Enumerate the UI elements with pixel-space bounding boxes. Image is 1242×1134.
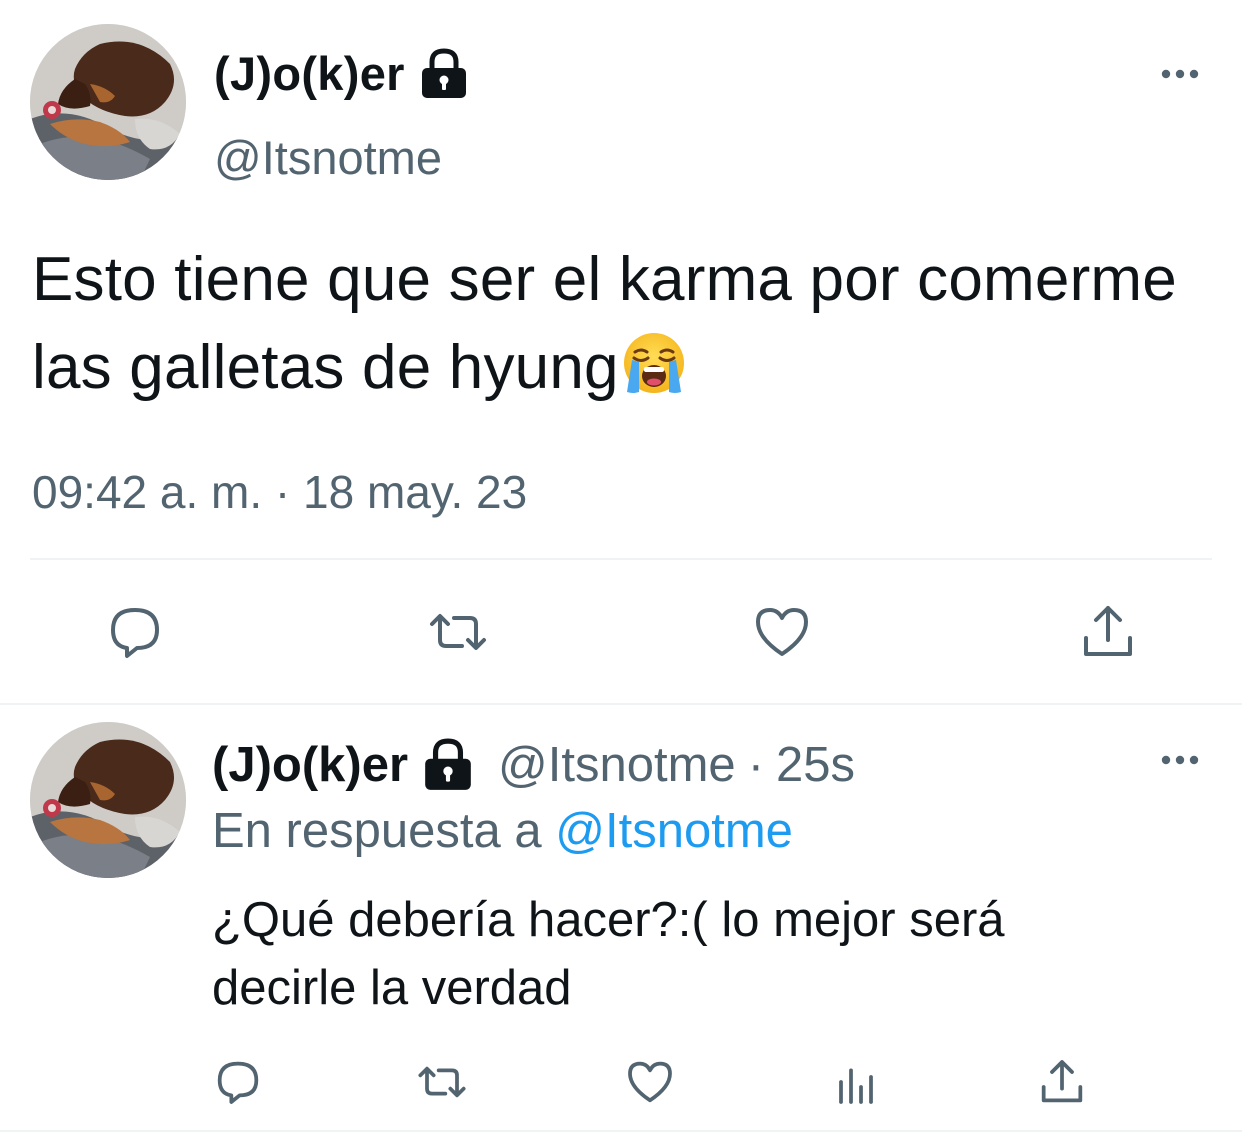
lock-icon (425, 738, 471, 790)
more-horizontal-icon[interactable] (1160, 752, 1200, 768)
replying-to-link[interactable]: @Itsnotme (555, 804, 793, 858)
replying-to-label: En respuesta a (212, 804, 542, 858)
analytics-icon (839, 1068, 873, 1104)
retweet-icon (418, 1066, 466, 1098)
divider (0, 703, 1242, 705)
tweet-timestamp[interactable]: 09:42 a. m. · 18 may. 23 (32, 462, 527, 522)
reply-text-line: ¿Qué debería hacer?:( lo mejor será (212, 893, 1005, 947)
reply-text-line: decirle la verdad (212, 961, 572, 1015)
display-name-text[interactable]: (J)o(k)er (214, 44, 405, 104)
share-button[interactable] (1076, 600, 1140, 664)
like-icon (756, 608, 808, 656)
separator: · (747, 738, 765, 792)
share-icon (1084, 606, 1132, 656)
lock-icon (421, 48, 466, 98)
loudly-crying-face-emoji (623, 333, 684, 393)
tweet-text: Esto tiene que ser el karma por comerme … (32, 236, 1212, 412)
divider (30, 558, 1212, 560)
retweet-button[interactable] (416, 1056, 468, 1108)
reply-icon (111, 608, 159, 658)
divider (0, 1130, 1242, 1132)
tweet-text-content: Esto tiene que ser el karma por comerme … (32, 245, 1177, 402)
display-name[interactable]: (J)o(k)er (214, 44, 471, 104)
analytics-button[interactable] (830, 1056, 882, 1108)
share-icon (1041, 1060, 1083, 1103)
replying-to: En respuesta a @Itsnotme (212, 800, 793, 862)
reply-button[interactable] (212, 1056, 264, 1108)
avatar[interactable] (30, 722, 186, 878)
reply-icon (217, 1061, 259, 1104)
share-button[interactable] (1036, 1056, 1088, 1108)
display-name[interactable]: (J)o(k)er (212, 734, 408, 796)
time-ago[interactable]: 25s (776, 734, 855, 796)
reply-text: ¿Qué debería hacer?:( lo mejor será deci… (212, 886, 1212, 1022)
handle[interactable]: @Itsnotme (498, 734, 736, 796)
avatar-dog-image (30, 722, 186, 878)
more-horizontal-icon[interactable] (1160, 66, 1200, 82)
reply-button[interactable] (103, 600, 167, 664)
retweet-button[interactable] (426, 600, 490, 664)
like-icon (628, 1061, 672, 1103)
reply-header: (J)o(k)er @Itsnotme · 25s (212, 734, 855, 796)
avatar-dog-image (30, 24, 186, 180)
handle[interactable]: @Itsnotme (214, 128, 442, 188)
avatar[interactable] (30, 24, 186, 180)
like-button[interactable] (750, 600, 814, 664)
like-button[interactable] (624, 1056, 676, 1108)
retweet-icon (430, 614, 486, 650)
